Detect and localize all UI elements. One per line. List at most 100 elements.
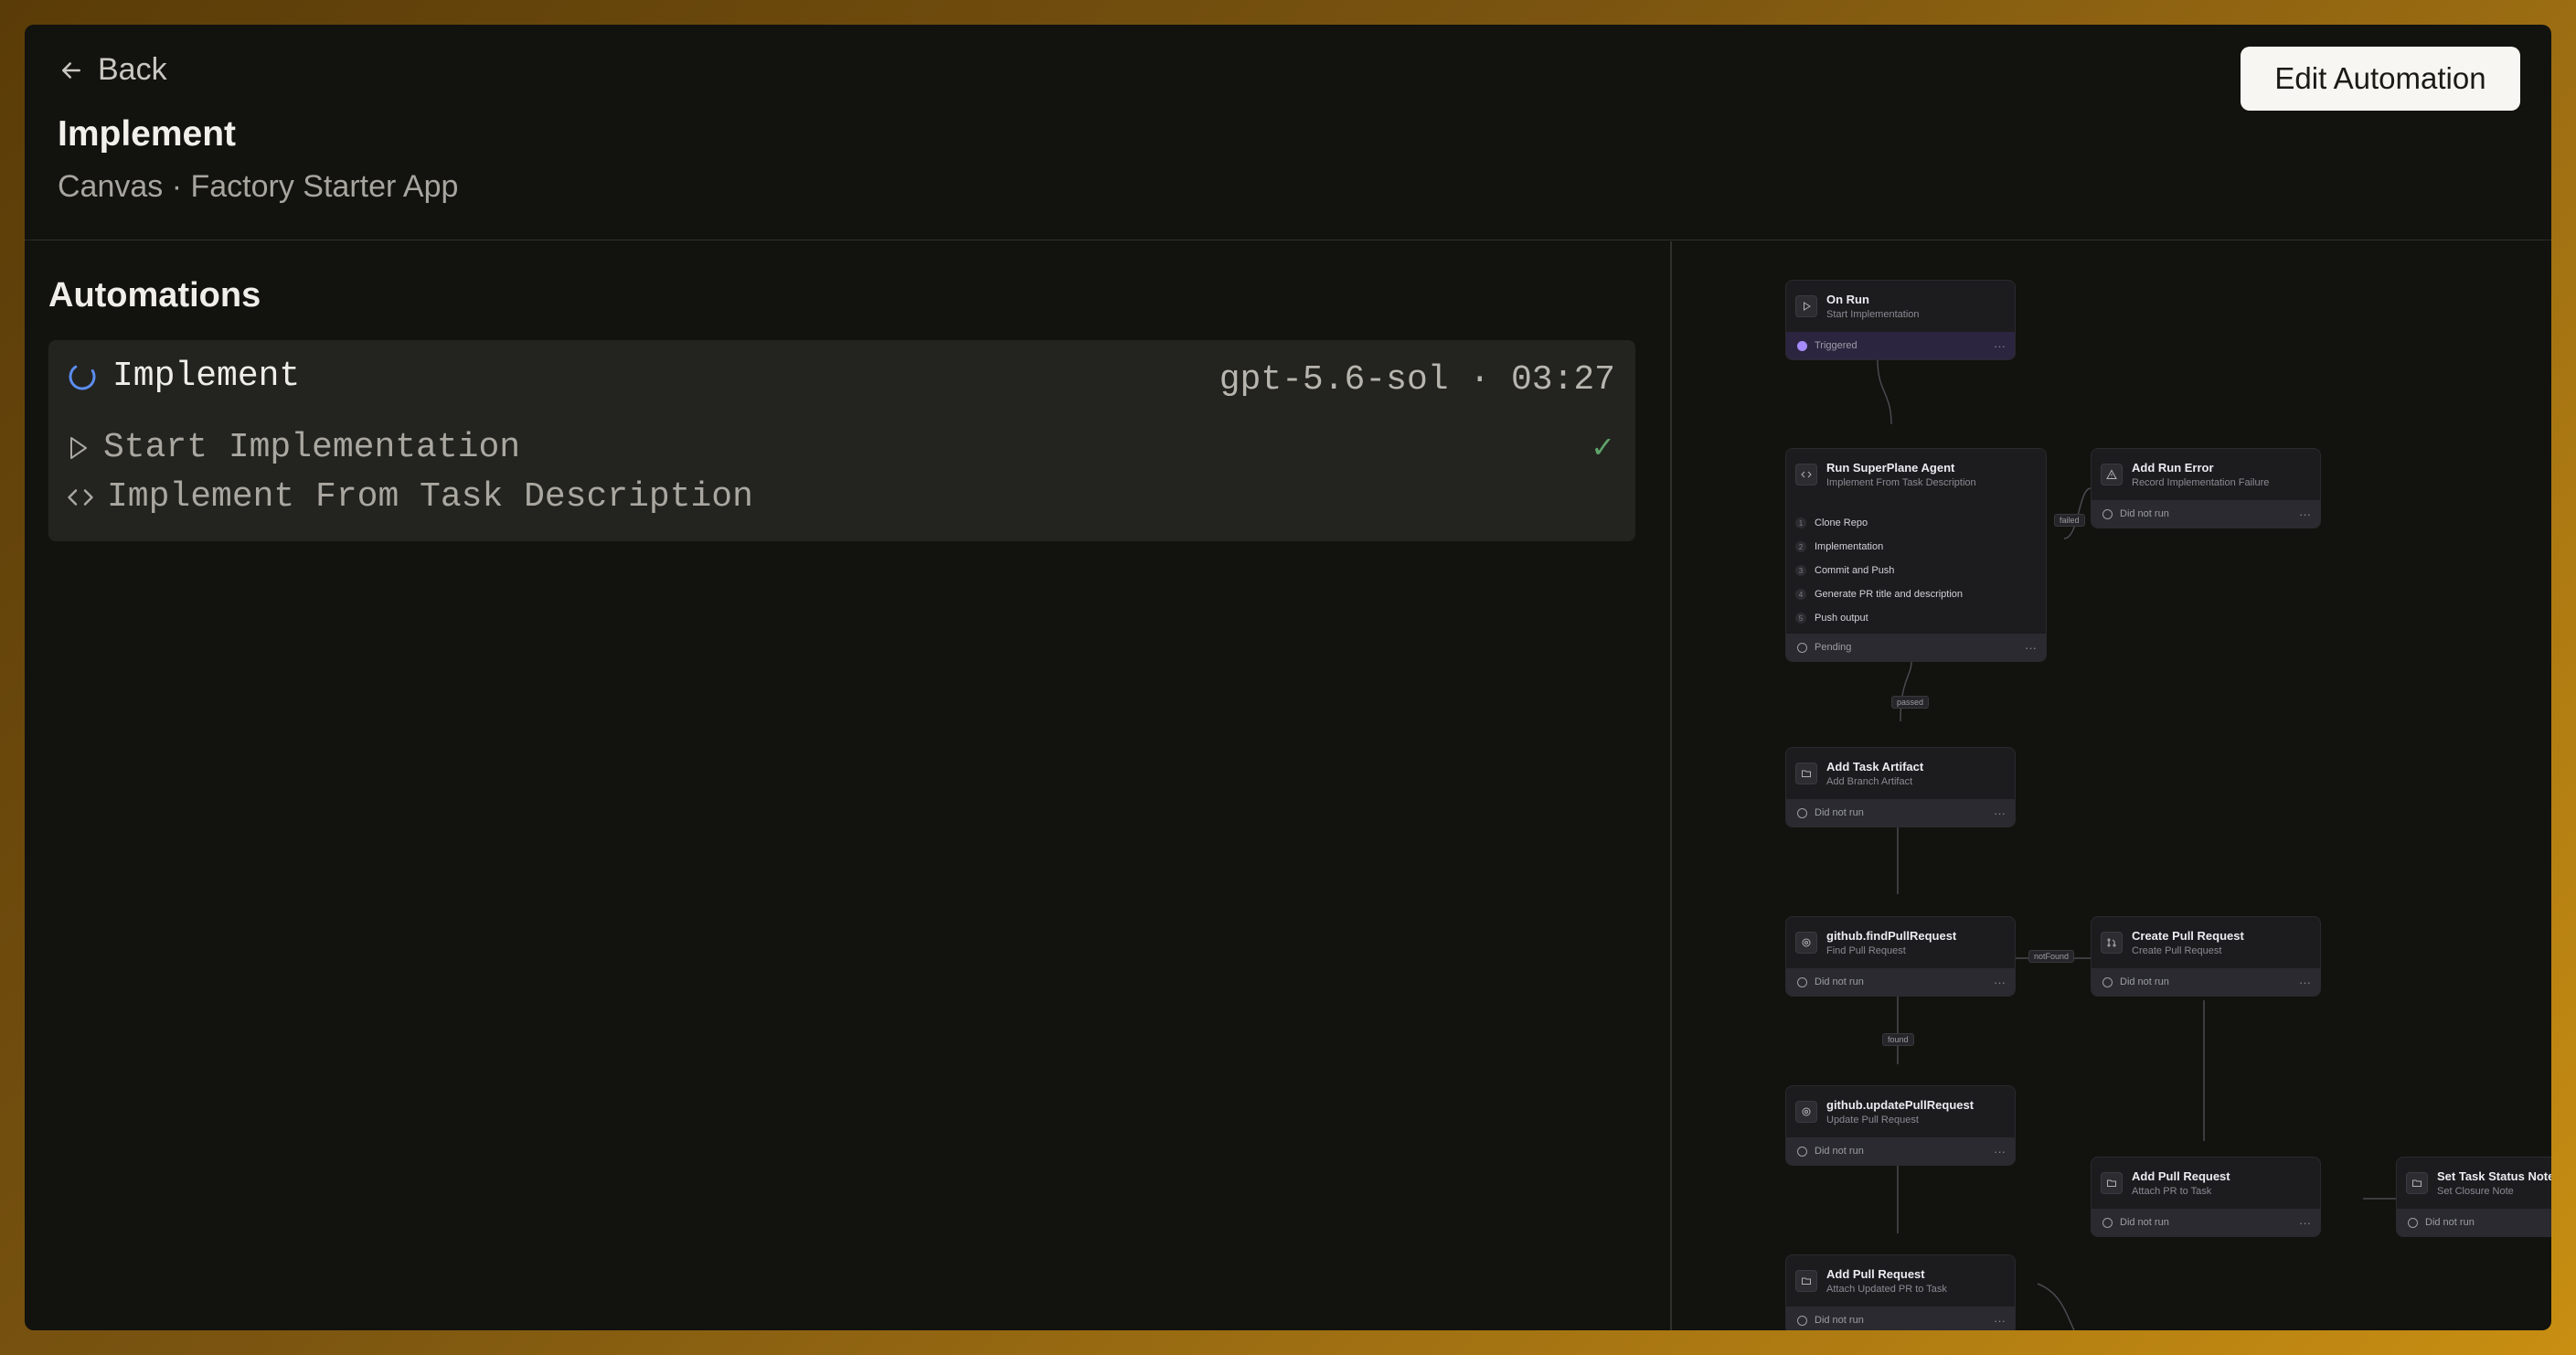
node-update-pull-request[interactable]: github.updatePullRequest Update Pull Req…	[1785, 1085, 2016, 1166]
automations-panel: Automations Implement gpt-5.6-sol · 03:2…	[25, 241, 1670, 1330]
status-text: Did not run	[2120, 976, 2169, 987]
more-icon[interactable]: ···	[2025, 641, 2037, 655]
status-text: Pending	[1815, 642, 1852, 653]
folder-icon	[2406, 1172, 2428, 1194]
more-icon[interactable]: ···	[1994, 976, 2006, 989]
play-icon	[70, 436, 87, 459]
node-status: Did not run	[2397, 1209, 2551, 1236]
node-title: Add Task Artifact	[1826, 760, 1924, 774]
warning-icon	[2101, 464, 2123, 485]
step-number: 4	[1795, 589, 1806, 600]
page-header: Back Implement Canvas · Factory Starter …	[25, 25, 2551, 240]
spinner-icon	[69, 363, 96, 389]
arrow-left-icon	[62, 61, 80, 79]
node-header: Add Pull Request Attach Updated PR to Ta…	[1786, 1255, 2015, 1307]
edge-label-found: found	[1882, 1033, 1914, 1046]
status-text: Did not run	[2120, 508, 2169, 519]
status-text: Did not run	[1815, 1315, 1864, 1326]
step-text: Commit and Push	[1815, 565, 1895, 576]
node-add-updated-pull-request[interactable]: Add Pull Request Attach Updated PR to Ta…	[1785, 1254, 2016, 1330]
node-header: Add Task Artifact Add Branch Artifact	[1786, 748, 2015, 799]
node-subtitle: Record Implementation Failure	[2132, 477, 2270, 488]
more-icon[interactable]: ···	[1994, 1145, 2006, 1158]
status-dot-icon	[2102, 508, 2113, 519]
node-subtitle: Update Pull Request	[1826, 1115, 1919, 1126]
node-on-run[interactable]: On Run Start Implementation Triggered ··…	[1785, 280, 2016, 360]
run-header: Implement	[67, 357, 300, 396]
status-text: Did not run	[2120, 1217, 2169, 1228]
node-add-task-artifact[interactable]: Add Task Artifact Add Branch Artifact Di…	[1785, 747, 2016, 827]
node-title: Create Pull Request	[2132, 929, 2244, 943]
node-subtitle: Find Pull Request	[1826, 945, 1906, 956]
node-header: Add Pull Request Attach PR to Task	[2092, 1158, 2320, 1209]
github-icon	[1795, 1101, 1817, 1123]
node-subtitle: Set Closure Note	[2437, 1186, 2514, 1197]
step-implement-from-task[interactable]: Implement From Task Description	[67, 477, 753, 517]
node-subtitle: Attach Updated PR to Task	[1826, 1284, 1947, 1295]
node-header: github.updatePullRequest Update Pull Req…	[1786, 1086, 2015, 1137]
automations-heading: Automations	[48, 276, 261, 315]
page-title: Implement	[58, 114, 237, 154]
folder-icon	[1795, 763, 1817, 784]
workflow-canvas[interactable]: failed passed notFound found On Run Star…	[1672, 241, 2551, 1330]
code-icon	[1795, 464, 1817, 485]
status-dot-icon	[1797, 642, 1807, 653]
status-dot-icon	[1797, 976, 1807, 987]
status-dot-icon	[2408, 1217, 2418, 1228]
node-header: Create Pull Request Create Pull Request	[2092, 917, 2320, 968]
node-create-pull-request[interactable]: Create Pull Request Create Pull Request …	[2091, 916, 2321, 997]
node-find-pull-request[interactable]: github.findPullRequest Find Pull Request…	[1785, 916, 2016, 997]
node-status: Did not run ···	[2092, 968, 2320, 996]
node-status: Did not run ···	[1786, 1307, 2015, 1330]
folder-icon	[1795, 1270, 1817, 1292]
more-icon[interactable]: ···	[1994, 806, 2006, 820]
step-text: Push output	[1815, 613, 1868, 624]
page-subtitle: Canvas · Factory Starter App	[58, 169, 459, 204]
github-icon	[1795, 932, 1817, 954]
node-title: github.updatePullRequest	[1826, 1098, 1975, 1112]
more-icon[interactable]: ···	[2299, 507, 2311, 521]
status-text: Did not run	[1815, 976, 1864, 987]
run-name: Implement	[112, 357, 301, 396]
more-icon[interactable]: ···	[2299, 1216, 2311, 1230]
more-icon[interactable]: ···	[2299, 976, 2311, 989]
status-dot-icon	[2102, 1217, 2113, 1228]
node-status: Triggered ···	[1786, 332, 2015, 359]
pull-request-icon	[2101, 932, 2123, 954]
back-button[interactable]: Back	[58, 52, 167, 88]
check-icon: ✓	[1591, 431, 1615, 464]
node-run-superplane-agent[interactable]: Run SuperPlane Agent Implement From Task…	[1785, 448, 2047, 662]
step-number: 3	[1795, 565, 1806, 576]
node-header: Add Run Error Record Implementation Fail…	[2092, 449, 2320, 500]
list-item: 4 Generate PR title and description	[1795, 582, 1963, 606]
list-item: 3 Commit and Push	[1795, 559, 1963, 582]
node-status: Did not run ···	[2092, 500, 2320, 528]
node-add-run-error[interactable]: Add Run Error Record Implementation Fail…	[2091, 448, 2321, 528]
status-text: Did not run	[2425, 1217, 2475, 1228]
node-header: Run SuperPlane Agent Implement From Task…	[1786, 449, 2046, 500]
status-text: Did not run	[1815, 1146, 1864, 1157]
node-header: On Run Start Implementation	[1786, 281, 2015, 332]
step-text: Generate PR title and description	[1815, 589, 1964, 600]
node-subtitle: Attach PR to Task	[2132, 1186, 2212, 1197]
node-status: Did not run ···	[1786, 799, 2015, 827]
status-text: Did not run	[1815, 807, 1864, 818]
more-icon[interactable]: ···	[1994, 339, 2006, 353]
node-subtitle: Create Pull Request	[2132, 945, 2222, 956]
step-start-implementation[interactable]: Start Implementation	[67, 428, 520, 467]
status-dot-icon	[1797, 1146, 1807, 1157]
back-label: Back	[98, 52, 167, 87]
edit-automation-button[interactable]: Edit Automation	[2241, 47, 2520, 111]
node-title: Set Task Status Note	[2437, 1169, 2551, 1183]
node-title: Add Pull Request	[1826, 1267, 1925, 1281]
node-subtitle: Start Implementation	[1826, 309, 1920, 320]
automation-window: Back Implement Canvas · Factory Starter …	[25, 25, 2551, 1330]
more-icon[interactable]: ···	[1994, 1314, 2006, 1328]
folder-icon	[2101, 1172, 2123, 1194]
node-add-pull-request[interactable]: Add Pull Request Attach PR to Task Did n…	[2091, 1157, 2321, 1237]
node-header: github.findPullRequest Find Pull Request	[1786, 917, 2015, 968]
node-set-task-status-note[interactable]: Set Task Status Note Set Closure Note Di…	[2396, 1157, 2551, 1237]
automation-run-card[interactable]: Implement gpt-5.6-sol · 03:27 Start Impl…	[48, 340, 1635, 541]
list-item: 1 Clone Repo	[1795, 511, 1963, 535]
node-status: Pending ···	[1786, 634, 2046, 661]
